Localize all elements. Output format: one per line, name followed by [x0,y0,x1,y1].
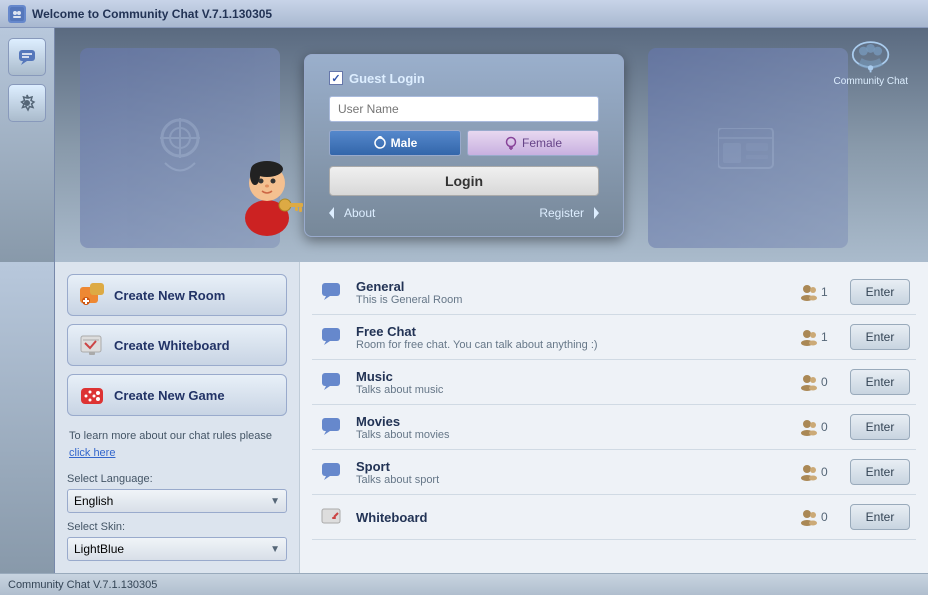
language-select-row: Select Language: English ▼ [67,473,287,513]
app-icon [8,5,26,23]
window-title: Welcome to Community Chat V.7.1.130305 [32,7,272,21]
skin-select-row: Select Skin: LightBlue ▼ [67,521,287,561]
enter-room-button[interactable]: Enter [850,324,910,350]
avatar [230,143,305,246]
title-bar: Welcome to Community Chat V.7.1.130305 [0,0,928,28]
room-name: General [356,279,790,294]
room-icon [318,323,346,351]
about-link[interactable]: About [329,206,375,220]
community-chat-label: Community Chat [834,76,908,87]
user-count: 0 [821,375,828,389]
guest-login-row: Guest Login [329,71,599,86]
gender-row: Male Female [329,130,599,156]
left-sidebar: Create New Room Create Whiteboard [55,262,300,573]
room-list: General This is General Room 1 Enter Fre… [300,262,928,573]
username-input[interactable] [329,96,599,122]
room-icon [318,503,346,531]
register-link[interactable]: Register [539,206,599,220]
user-count: 0 [821,465,828,479]
room-item: General This is General Room 1 Enter [312,270,916,315]
room-name: Movies [356,414,790,429]
create-whiteboard-button[interactable]: Create Whiteboard [67,324,287,366]
room-icon [318,368,346,396]
create-whiteboard-icon [78,331,106,359]
enter-room-button[interactable]: Enter [850,459,910,485]
room-item: Sport Talks about sport 0 Enter [312,450,916,495]
left-nav-bottom [0,262,55,573]
room-users: 1 [800,328,840,346]
room-users: 0 [800,418,840,436]
room-info: Whiteboard [356,510,790,525]
guest-login-checkbox[interactable] [329,71,343,85]
main-layout: Community Chat [0,28,928,573]
room-item: Free Chat Room for free chat. You can ta… [312,315,916,360]
room-desc: Talks about movies [356,429,790,441]
user-count: 0 [821,510,828,524]
room-info: General This is General Room [356,279,790,306]
room-info: Music Talks about music [356,369,790,396]
room-users: 0 [800,373,840,391]
male-button[interactable]: Male [329,130,461,156]
room-users: 0 [800,463,840,481]
room-users: 0 [800,508,840,526]
login-button[interactable]: Login [329,166,599,196]
create-game-icon [78,381,106,409]
enter-room-button[interactable]: Enter [850,504,910,530]
status-bar: Community Chat V.7.1.130305 [0,573,928,595]
room-name: Sport [356,459,790,474]
room-item: Whiteboard 0 Enter [312,495,916,540]
room-info: Free Chat Room for free chat. You can ta… [356,324,790,351]
enter-room-button[interactable]: Enter [850,414,910,440]
room-info: Movies Talks about movies [356,414,790,441]
left-nav [0,28,55,262]
room-icon [318,278,346,306]
login-box: Guest Login Male [304,54,624,237]
language-label: Select Language: [67,473,287,485]
create-game-button[interactable]: Create New Game [67,374,287,416]
room-item: Music Talks about music 0 Enter [312,360,916,405]
language-arrow-icon: ▼ [270,496,280,507]
room-name: Music [356,369,790,384]
room-icon [318,458,346,486]
create-room-button[interactable]: Create New Room [67,274,287,316]
guest-login-label: Guest Login [349,71,425,86]
room-item: Movies Talks about movies 0 Enter [312,405,916,450]
room-name: Whiteboard [356,510,790,525]
content-area: Create New Room Create Whiteboard [0,262,928,573]
language-select[interactable]: English ▼ [67,489,287,513]
room-info: Sport Talks about sport [356,459,790,486]
nav-row: About Register [329,206,599,220]
skin-select[interactable]: LightBlue ▼ [67,537,287,561]
create-room-icon [78,281,106,309]
login-section: Community Chat [0,28,928,262]
community-logo: Community Chat [834,38,908,87]
nav-settings-icon[interactable] [8,84,46,122]
enter-room-button[interactable]: Enter [850,369,910,395]
info-text: To learn more about our chat rules pleas… [67,424,287,465]
room-users: 1 [800,283,840,301]
room-desc: Talks about sport [356,474,790,486]
room-icon [318,413,346,441]
room-desc: Room for free chat. You can talk about a… [356,339,790,351]
skin-arrow-icon: ▼ [270,544,280,555]
user-count: 1 [821,285,828,299]
room-desc: Talks about music [356,384,790,396]
room-desc: This is General Room [356,294,790,306]
chat-rules-link[interactable]: click here [69,447,115,459]
nav-chat-icon[interactable] [8,38,46,76]
user-count: 0 [821,420,828,434]
bg-card-right [648,48,848,248]
female-button[interactable]: Female [467,130,599,156]
room-name: Free Chat [356,324,790,339]
skin-label: Select Skin: [67,521,287,533]
user-count: 1 [821,330,828,344]
enter-room-button[interactable]: Enter [850,279,910,305]
status-text: Community Chat V.7.1.130305 [8,579,157,591]
